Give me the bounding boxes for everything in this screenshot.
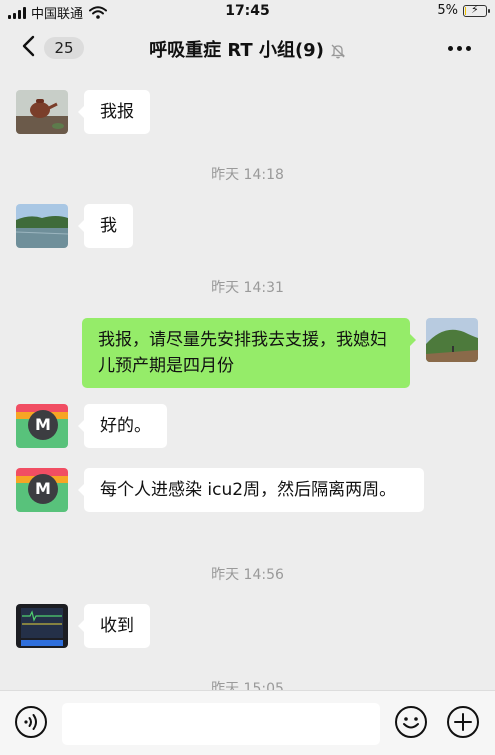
charging-bolt-icon: ⚡ — [471, 2, 479, 16]
chat-header: 25 呼吸重症 RT 小组(9) — [0, 24, 495, 72]
plus-icon[interactable] — [446, 705, 480, 739]
message-bubble: 我 — [78, 204, 133, 248]
own-message-bubble: 我报，请尽量先安排我去支援，我媳妇儿预产期是四月份 — [82, 318, 416, 388]
timestamp: 昨天 14:31 — [211, 280, 284, 296]
emoji-icon[interactable] — [394, 705, 428, 739]
battery-percent: 5% — [437, 3, 458, 18]
avatar-m-logo[interactable]: M — [16, 404, 68, 448]
status-time: 17:45 — [225, 3, 270, 19]
message-bubble: 好的。 — [78, 404, 167, 448]
avatar-monitor[interactable] — [16, 604, 68, 648]
message-bubble: 我报 — [78, 90, 150, 134]
input-bar — [0, 690, 495, 755]
more-options-icon[interactable] — [448, 46, 471, 51]
avatar-m-logo[interactable]: M — [16, 468, 68, 512]
m-logo-text: M — [28, 410, 58, 440]
voice-icon[interactable] — [14, 705, 48, 739]
chat-messages: 我报 昨天 14:18 我 昨天 14:31 我报，请尽量先安排我去支援，我媳妇… — [0, 72, 495, 690]
battery-fill — [465, 6, 466, 15]
avatar-teapot[interactable] — [16, 90, 68, 134]
chat-title: 呼吸重症 RT 小组(9) — [0, 36, 495, 62]
mute-bell-icon — [330, 44, 345, 59]
battery-icon: ⚡ — [463, 2, 490, 17]
avatar-lake[interactable] — [16, 204, 68, 248]
timestamp: 昨天 15:05 — [211, 681, 284, 690]
message-bubble: 每个人进感染 icu2周，然后隔离两周。 — [78, 468, 424, 512]
chat-title-text: 呼吸重症 RT 小组(9) — [149, 40, 324, 61]
timestamp: 昨天 14:56 — [211, 567, 284, 583]
status-right: 5% ⚡ — [437, 2, 490, 18]
message-input[interactable] — [62, 703, 380, 745]
timestamp: 昨天 14:18 — [211, 167, 284, 183]
message-bubble: 收到 — [78, 604, 150, 648]
avatar-self-hill[interactable] — [426, 318, 478, 362]
status-bar: 中国联通 17:45 5% ⚡ — [0, 0, 495, 24]
m-logo-text: M — [28, 474, 58, 504]
